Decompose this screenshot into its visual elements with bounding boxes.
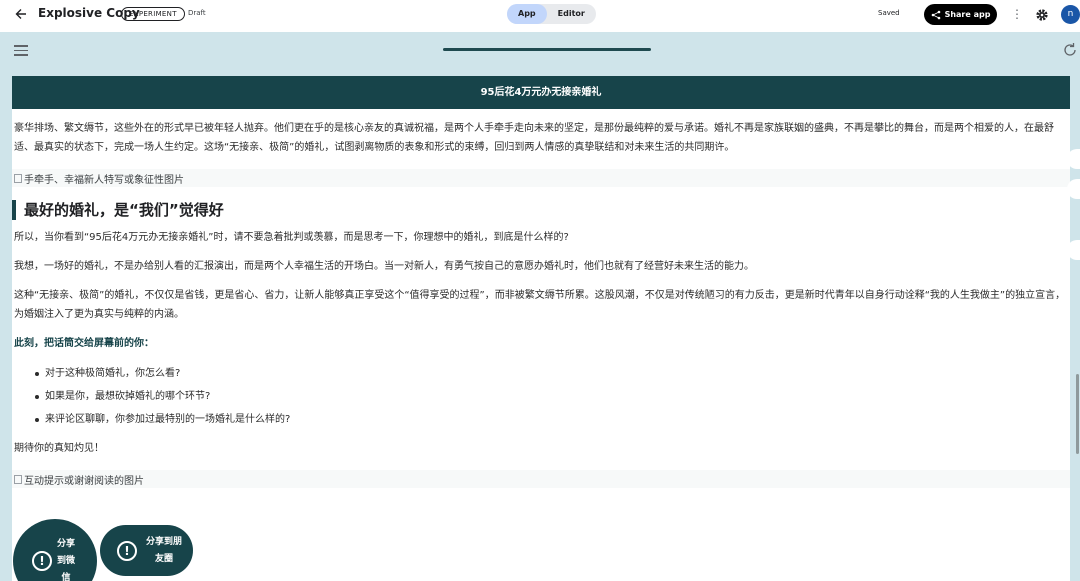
top-app-bar: Explosive Copy EXPERIMENT Draft App Edit… bbox=[0, 0, 1080, 30]
share-icon bbox=[931, 10, 940, 19]
back-arrow-icon[interactable] bbox=[12, 5, 30, 23]
tab-editor[interactable]: Editor bbox=[547, 4, 596, 24]
side-widget-extension[interactable] bbox=[1067, 240, 1080, 260]
share-app-label: Share app bbox=[944, 10, 991, 19]
image-alt-text: 互动提示或谢谢阅读的图片 bbox=[24, 475, 144, 487]
article-content: 95后花4万元办无接亲婚礼 豪华排场、繁文缛节，这些外在的形式早已被年轻人抛弃。… bbox=[12, 76, 1070, 581]
tab-app[interactable]: App bbox=[507, 4, 547, 24]
avatar[interactable]: n bbox=[1061, 5, 1080, 24]
paragraph-4: 这种“无接亲、极简”的婚礼，不仅仅是省钱，更是省心、省力，让新人能够真正享受这个… bbox=[14, 290, 1066, 320]
image-alt-text: 手牵手、幸福新人特写或象征性图片 bbox=[24, 174, 184, 186]
exclamation-icon: ! bbox=[32, 551, 52, 571]
progress-bar bbox=[443, 48, 651, 51]
article-title-banner: 95后花4万元办无接亲婚礼 bbox=[12, 76, 1070, 109]
view-toggle: App Editor bbox=[507, 4, 596, 24]
save-status: Saved bbox=[878, 9, 900, 17]
side-widget-handle[interactable] bbox=[1067, 149, 1080, 169]
experiment-badge: EXPERIMENT bbox=[121, 7, 185, 21]
image-placeholder-couple: 手牵手、幸福新人特写或象征性图片 bbox=[12, 169, 1070, 187]
cta-heading: 此刻，把话筒交给屏幕前的你： bbox=[14, 338, 154, 349]
section-heading: 最好的婚礼，是“我们”觉得好 bbox=[12, 200, 1070, 220]
share-wechat-label: 分享到微信 bbox=[57, 538, 76, 581]
paragraph-3: 我想，一场好的婚礼，不是办给别人看的汇报演出，而是两个人幸福生活的开场白。当一对… bbox=[14, 261, 754, 272]
draft-status: Draft bbox=[188, 9, 206, 17]
image-placeholder-thanks: 互动提示或谢谢阅读的图片 bbox=[12, 470, 1070, 488]
list-item: 如果是你，最想砍掉婚礼的哪个环节? bbox=[12, 385, 1070, 408]
closing-line: 期待你的真知灼见！ bbox=[14, 443, 104, 454]
scrollbar[interactable] bbox=[1076, 374, 1079, 454]
refresh-icon[interactable] bbox=[1062, 42, 1078, 58]
share-to-moments-button[interactable]: ! 分享到朋友圈 bbox=[100, 525, 193, 576]
broken-image-icon bbox=[14, 173, 22, 183]
list-item: 来评论区聊聊，你参加过最特别的一场婚礼是什么样的? bbox=[12, 408, 1070, 431]
question-list: 对于这种极简婚礼，你怎么看? 如果是你，最想砍掉婚礼的哪个环节? 来评论区聊聊，… bbox=[12, 362, 1070, 431]
share-app-button[interactable]: Share app bbox=[924, 4, 997, 25]
broken-image-icon bbox=[14, 474, 22, 484]
share-moments-label: 分享到朋友圈 bbox=[146, 536, 183, 564]
list-item: 对于这种极简婚礼，你怎么看? bbox=[12, 362, 1070, 385]
side-widget-assistant[interactable] bbox=[1067, 179, 1080, 199]
paragraph-2: 所以，当你看到“95后花4万元办无接亲婚礼”时，请不要急着批判或羡慕，而是思考一… bbox=[14, 232, 569, 243]
menu-icon[interactable] bbox=[14, 45, 28, 56]
app-preview-frame: 95后花4万元办无接亲婚礼 豪华排场、繁文缛节，这些外在的形式早已被年轻人抛弃。… bbox=[0, 32, 1080, 581]
more-vert-icon[interactable]: ⋮ bbox=[1011, 7, 1023, 23]
intro-paragraph: 豪华排场、繁文缛节，这些外在的形式早已被年轻人抛弃。他们更在乎的是核心亲友的真诚… bbox=[14, 123, 1054, 153]
exclamation-icon: ! bbox=[117, 540, 137, 561]
gear-icon[interactable] bbox=[1035, 7, 1049, 21]
